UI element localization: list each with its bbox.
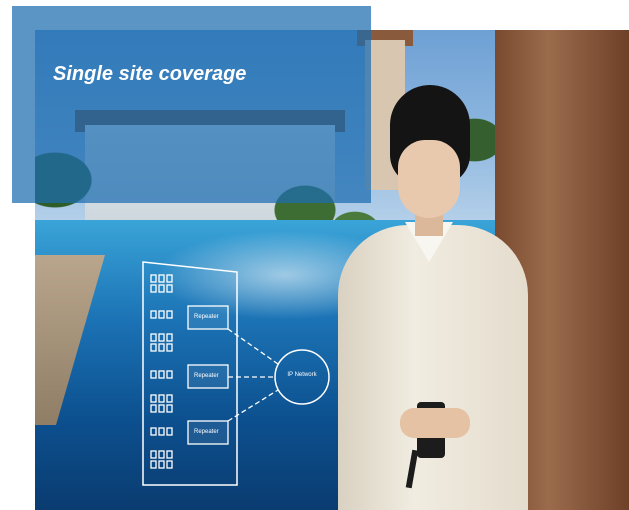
repeater-label: Repeater	[194, 373, 219, 379]
ip-network-label: IP Network	[287, 372, 317, 378]
network-links	[227, 328, 279, 422]
building-windows	[150, 274, 173, 469]
coverage-diagram	[142, 261, 330, 486]
repeater-label: Repeater	[194, 429, 219, 435]
repeater-label: Repeater	[194, 314, 219, 320]
